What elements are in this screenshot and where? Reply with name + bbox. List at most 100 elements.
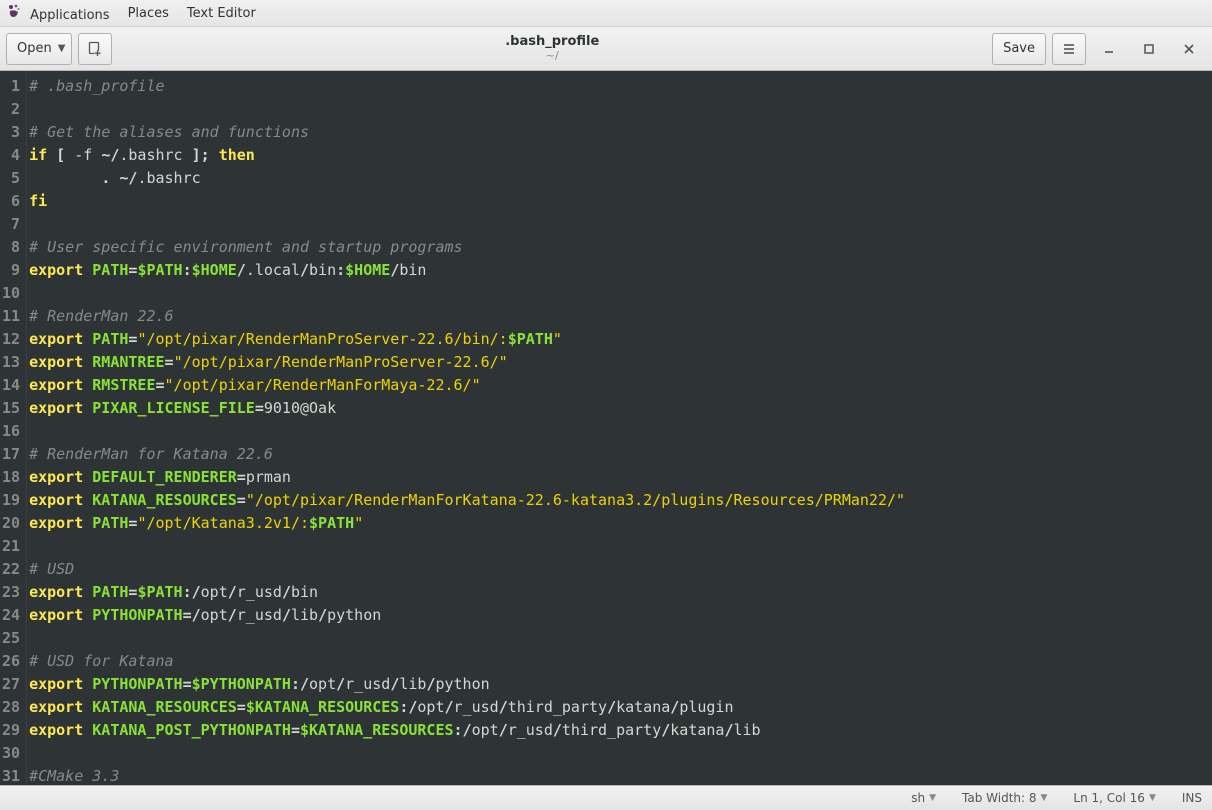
line-number: 19 xyxy=(2,489,22,512)
line-number: 2 xyxy=(2,98,22,121)
editor-area[interactable]: 1234567891011121314151617181920212223242… xyxy=(0,71,1212,785)
filename-label: .bash_profile xyxy=(118,35,986,49)
language-selector[interactable]: sh ▼ xyxy=(911,791,936,805)
code-line[interactable]: export PYTHONPATH=$PYTHONPATH:/opt/r_usd… xyxy=(29,673,1212,696)
code-line[interactable]: # .bash_profile xyxy=(29,75,1212,98)
save-button[interactable]: Save xyxy=(992,33,1046,65)
code-line[interactable] xyxy=(29,213,1212,236)
applications-label: Applications xyxy=(30,8,109,23)
line-number: 1 xyxy=(2,75,22,98)
code-content[interactable]: # .bash_profile # Get the aliases and fu… xyxy=(27,71,1212,785)
new-document-icon xyxy=(87,41,103,57)
line-number: 28 xyxy=(2,696,22,719)
code-line[interactable]: #CMake 3.3 xyxy=(29,765,1212,785)
code-line[interactable]: export PATH=$PATH:/opt/r_usd/bin xyxy=(29,581,1212,604)
code-line[interactable]: # RenderMan for Katana 22.6 xyxy=(29,443,1212,466)
code-line[interactable]: export RMSTREE="/opt/pixar/RenderManForM… xyxy=(29,374,1212,397)
new-tab-button[interactable] xyxy=(78,33,112,65)
code-line[interactable]: export RMANTREE="/opt/pixar/RenderManPro… xyxy=(29,351,1212,374)
line-number: 6 xyxy=(2,190,22,213)
line-number: 14 xyxy=(2,374,22,397)
language-label: sh xyxy=(911,791,925,805)
gnome-foot-icon xyxy=(6,3,22,19)
line-number: 8 xyxy=(2,236,22,259)
chevron-down-icon: ▼ xyxy=(58,43,66,54)
line-number: 11 xyxy=(2,305,22,328)
code-line[interactable]: export PYTHONPATH=/opt/r_usd/lib/python xyxy=(29,604,1212,627)
line-number: 4 xyxy=(2,144,22,167)
line-number: 18 xyxy=(2,466,22,489)
line-number: 9 xyxy=(2,259,22,282)
maximize-button[interactable] xyxy=(1132,35,1166,63)
line-number: 20 xyxy=(2,512,22,535)
close-icon xyxy=(1183,43,1195,55)
line-number: 7 xyxy=(2,213,22,236)
window-title: .bash_profile ~/ xyxy=(118,35,986,61)
code-line[interactable] xyxy=(29,282,1212,305)
texteditor-menu[interactable]: Text Editor xyxy=(187,6,256,21)
line-number: 30 xyxy=(2,742,22,765)
code-line[interactable]: # Get the aliases and functions xyxy=(29,121,1212,144)
desktop-panel: Applications Places Text Editor xyxy=(0,0,1212,27)
save-label: Save xyxy=(1003,41,1035,56)
code-line[interactable] xyxy=(29,627,1212,650)
line-number: 15 xyxy=(2,397,22,420)
line-number: 13 xyxy=(2,351,22,374)
tab-width-selector[interactable]: Tab Width: 8 ▼ xyxy=(962,791,1047,805)
minimize-button[interactable] xyxy=(1092,35,1126,63)
line-number: 27 xyxy=(2,673,22,696)
cursor-position-selector[interactable]: Ln 1, Col 16 ▼ xyxy=(1073,791,1155,805)
code-line[interactable]: if [ -f ~/.bashrc ]; then xyxy=(29,144,1212,167)
code-line[interactable]: export KATANA_POST_PYTHONPATH=$KATANA_RE… xyxy=(29,719,1212,742)
line-number: 23 xyxy=(2,581,22,604)
code-line[interactable]: export KATANA_RESOURCES="/opt/pixar/Rend… xyxy=(29,489,1212,512)
code-line[interactable]: export DEFAULT_RENDERER=prman xyxy=(29,466,1212,489)
code-line[interactable]: export KATANA_RESOURCES=$KATANA_RESOURCE… xyxy=(29,696,1212,719)
status-bar: sh ▼ Tab Width: 8 ▼ Ln 1, Col 16 ▼ INS xyxy=(0,785,1212,810)
open-label: Open xyxy=(17,41,52,56)
code-line[interactable] xyxy=(29,742,1212,765)
line-number: 21 xyxy=(2,535,22,558)
code-line[interactable]: export PATH="/opt/Katana3.2v1/:$PATH" xyxy=(29,512,1212,535)
tab-width-label: Tab Width: 8 xyxy=(962,791,1036,805)
code-line[interactable] xyxy=(29,420,1212,443)
line-number: 12 xyxy=(2,328,22,351)
code-line[interactable]: export PIXAR_LICENSE_FILE=9010@Oak xyxy=(29,397,1212,420)
code-line[interactable] xyxy=(29,98,1212,121)
filepath-label: ~/ xyxy=(118,50,986,62)
line-number: 22 xyxy=(2,558,22,581)
open-button[interactable]: Open ▼ xyxy=(6,33,72,65)
line-number: 25 xyxy=(2,627,22,650)
hamburger-menu-button[interactable] xyxy=(1052,33,1086,65)
places-menu[interactable]: Places xyxy=(128,6,169,21)
applications-menu[interactable]: Applications xyxy=(6,3,110,23)
line-number: 3 xyxy=(2,121,22,144)
editor-toolbar: Open ▼ .bash_profile ~/ Save xyxy=(0,27,1212,71)
cursor-position-label: Ln 1, Col 16 xyxy=(1073,791,1145,805)
line-number: 29 xyxy=(2,719,22,742)
line-number: 31 xyxy=(2,765,22,785)
code-line[interactable]: export PATH=$PATH:$HOME/.local/bin:$HOME… xyxy=(29,259,1212,282)
code-line[interactable]: # User specific environment and startup … xyxy=(29,236,1212,259)
chevron-down-icon: ▼ xyxy=(1149,793,1156,803)
code-line[interactable]: # USD for Katana xyxy=(29,650,1212,673)
line-number: 17 xyxy=(2,443,22,466)
line-number: 10 xyxy=(2,282,22,305)
code-line[interactable]: # RenderMan 22.6 xyxy=(29,305,1212,328)
line-number: 24 xyxy=(2,604,22,627)
code-line[interactable]: fi xyxy=(29,190,1212,213)
code-line[interactable] xyxy=(29,535,1212,558)
close-button[interactable] xyxy=(1172,35,1206,63)
insert-mode-indicator[interactable]: INS xyxy=(1182,791,1202,805)
maximize-icon xyxy=(1143,43,1155,55)
line-number-gutter: 1234567891011121314151617181920212223242… xyxy=(0,71,27,785)
chevron-down-icon: ▼ xyxy=(1041,793,1048,803)
code-line[interactable]: export PATH="/opt/pixar/RenderManProServ… xyxy=(29,328,1212,351)
line-number: 5 xyxy=(2,167,22,190)
code-line[interactable]: # USD xyxy=(29,558,1212,581)
line-number: 16 xyxy=(2,420,22,443)
minimize-icon xyxy=(1103,43,1115,55)
code-line[interactable]: . ~/.bashrc xyxy=(29,167,1212,190)
chevron-down-icon: ▼ xyxy=(929,793,936,803)
line-number: 26 xyxy=(2,650,22,673)
